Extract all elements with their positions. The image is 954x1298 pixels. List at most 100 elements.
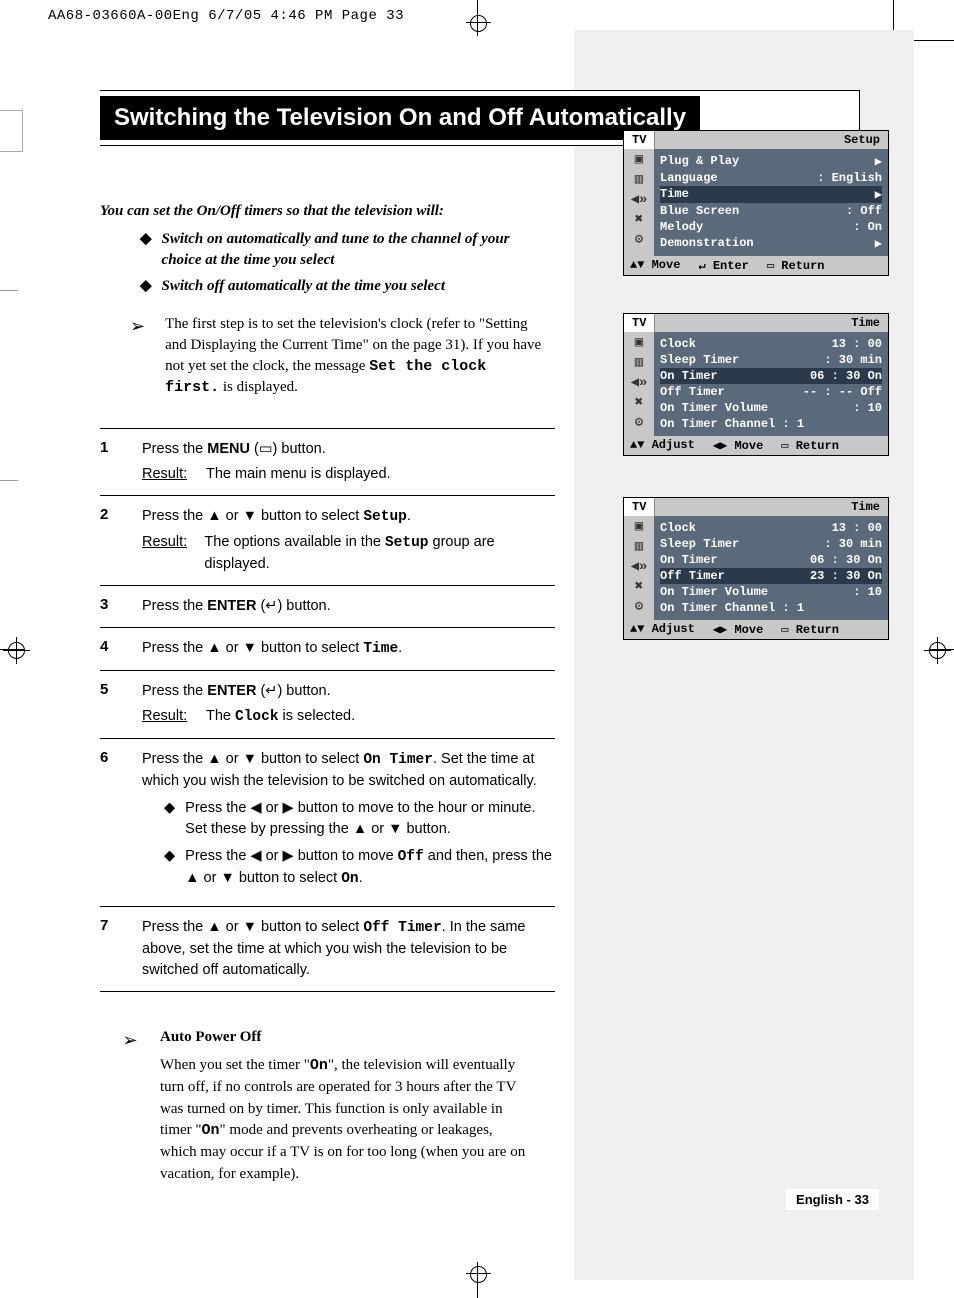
step-body: Press the MENU (▭) button. Result: The m… bbox=[142, 439, 555, 485]
osd-row: Clock13 : 00 bbox=[660, 520, 882, 536]
osd-row: On Timer Channel : 1 bbox=[660, 416, 882, 432]
sub-bullets: ◆ Press the ◀ or ▶ button to move to the… bbox=[142, 798, 555, 890]
osd-row-label: Off Timer bbox=[660, 385, 725, 399]
note-text: The first step is to set the television'… bbox=[165, 314, 545, 398]
osd-row-value: 06 : 30 On bbox=[810, 553, 882, 567]
result: Result: The Clock is selected. bbox=[142, 706, 555, 728]
osd-time-off: TV Time ▣ ▥ ◀» ✖ ⚙ Clock13 : 00Sleep Tim… bbox=[623, 497, 889, 640]
osd-hint: ◀▶ Move bbox=[713, 438, 763, 453]
osd-title: Setup bbox=[655, 131, 888, 149]
sound-icon: ◀» bbox=[631, 193, 648, 207]
t: ) button. bbox=[273, 441, 326, 457]
step-6: 6 Press the ▲ or ▼ button to select On T… bbox=[100, 738, 555, 906]
osd-row-value: : 10 bbox=[853, 401, 882, 415]
t: On bbox=[341, 871, 358, 887]
osd-row-value: : 30 min bbox=[824, 353, 882, 367]
setup-icon: ⚙ bbox=[635, 416, 643, 430]
osd-icons: ▣ ▥ ◀» ✖ ⚙ bbox=[624, 516, 654, 620]
osd-time-on: TV Time ▣ ▥ ◀» ✖ ⚙ Clock13 : 00Sleep Tim… bbox=[623, 313, 889, 456]
t: ( bbox=[256, 683, 265, 699]
osd-row: Clock13 : 00 bbox=[660, 336, 882, 352]
t: The bbox=[206, 708, 235, 724]
menu-icon: ▭ bbox=[259, 441, 273, 457]
osd-row-label: Clock bbox=[660, 337, 696, 351]
osd-row-label: On Timer Volume bbox=[660, 401, 768, 415]
t: Press the ▲ or ▼ button to select bbox=[142, 640, 363, 656]
osd-row-value: : English bbox=[817, 171, 882, 185]
t: Time bbox=[363, 641, 398, 657]
osd-setup: TV Setup ▣ ▥ ◀» ✖ ⚙ Plug & Play▶Language… bbox=[623, 130, 889, 276]
osd-row-value: ▶ bbox=[875, 187, 882, 202]
osd-row-value: ▶ bbox=[875, 154, 882, 169]
step-1: 1 Press the MENU (▭) button. Result: The… bbox=[100, 428, 555, 495]
osd-row: On Timer06 : 30 On bbox=[660, 552, 882, 568]
t: Setup bbox=[363, 509, 407, 525]
step-5: 5 Press the ENTER (↵) button. Result: Th… bbox=[100, 670, 555, 738]
osd-rows: Clock13 : 00Sleep Timer : 30 minOn Timer0… bbox=[654, 516, 888, 620]
channel-icon: ✖ bbox=[635, 213, 643, 227]
t: Press the bbox=[142, 683, 207, 699]
t: Press the ◀ or ▶ button to move to the h… bbox=[185, 798, 555, 840]
step-body: Press the ▲ or ▼ button to select Time. bbox=[142, 638, 555, 660]
osd-row: Sleep Timer : 30 min bbox=[660, 352, 882, 368]
t: . bbox=[398, 640, 402, 656]
osd-header: TV Setup bbox=[624, 131, 888, 149]
osd-row-value: : 10 bbox=[853, 585, 882, 599]
osd-body: ▣ ▥ ◀» ✖ ⚙ Clock13 : 00Sleep Timer : 30 m… bbox=[624, 516, 888, 620]
result-label: Result: bbox=[142, 464, 206, 485]
page: AA68-03660A-00Eng 6/7/05 4:46 PM Page 33… bbox=[0, 0, 954, 1298]
t: Off Timer bbox=[363, 920, 441, 936]
osd-hint: ▲▼ Adjust bbox=[630, 622, 695, 637]
osd-row-label: Sleep Timer bbox=[660, 537, 739, 551]
result: Result: The options available in the Set… bbox=[142, 532, 555, 575]
t: ENTER bbox=[207, 683, 256, 699]
osd-row-label: Blue Screen bbox=[660, 204, 739, 218]
result-label: Result: bbox=[142, 532, 204, 575]
sound-icon: ◀» bbox=[631, 560, 648, 574]
diamond-icon: ◆ bbox=[140, 276, 152, 296]
osd-row-label: Language bbox=[660, 171, 718, 185]
step-7: 7 Press the ▲ or ▼ button to select Off … bbox=[100, 906, 555, 992]
osd-hint: ▲▼ Adjust bbox=[630, 438, 695, 453]
osd-body: ▣ ▥ ◀» ✖ ⚙ Clock13 : 00Sleep Timer : 30 m… bbox=[624, 332, 888, 436]
sub-bullet: ◆ Press the ◀ or ▶ button to move to the… bbox=[164, 798, 555, 840]
osd-row: Time▶ bbox=[660, 186, 882, 203]
t: Press the ◀ or ▶ button to move bbox=[185, 848, 398, 864]
step-body: Press the ENTER (↵) button. Result: The … bbox=[142, 681, 555, 728]
t: The options available in the bbox=[204, 534, 385, 550]
crop-tick bbox=[0, 290, 18, 291]
result-label: Result: bbox=[142, 706, 206, 728]
crop-mark bbox=[914, 40, 954, 41]
osd-row: Melody: On bbox=[660, 219, 882, 235]
result-text: The options available in the Setup group… bbox=[204, 532, 555, 575]
osd-row-label: Demonstration bbox=[660, 236, 754, 251]
osd-footer: ▲▼ Move ↵ Enter ▭ Return bbox=[624, 256, 888, 275]
t: Off bbox=[398, 849, 424, 865]
t: Press the bbox=[142, 598, 207, 614]
step-4: 4 Press the ▲ or ▼ button to select Time… bbox=[100, 627, 555, 670]
note: ➢ The first step is to set the televisio… bbox=[130, 314, 545, 398]
osd-hint: ▭ Return bbox=[781, 438, 839, 453]
osd-row-label: Clock bbox=[660, 521, 696, 535]
step-number: 3 bbox=[100, 596, 142, 617]
t: . bbox=[359, 870, 363, 886]
note-post: is displayed. bbox=[219, 379, 298, 395]
osd-row-label: Sleep Timer bbox=[660, 353, 739, 367]
registration-mark bbox=[470, 15, 487, 32]
step-3: 3 Press the ENTER (↵) button. bbox=[100, 585, 555, 627]
osd-row-value: : 30 min bbox=[824, 537, 882, 551]
result-text: The Clock is selected. bbox=[206, 706, 355, 728]
step-body: Press the ▲ or ▼ button to select On Tim… bbox=[142, 749, 555, 896]
step-body: Press the ▲ or ▼ button to select Setup.… bbox=[142, 506, 555, 575]
sub-bullet: ◆ Press the ◀ or ▶ button to move Off an… bbox=[164, 846, 555, 890]
osd-icons: ▣ ▥ ◀» ✖ ⚙ bbox=[624, 332, 654, 436]
t: ( bbox=[250, 441, 259, 457]
osd-row-value: 23 : 30 On bbox=[810, 569, 882, 583]
note-arrow-icon: ➢ bbox=[100, 1027, 160, 1185]
print-header: AA68-03660A-00Eng 6/7/05 4:46 PM Page 33 bbox=[48, 8, 404, 24]
osd-row-label: On Timer Volume bbox=[660, 585, 768, 599]
step-number: 5 bbox=[100, 681, 142, 728]
t: Press the bbox=[142, 441, 207, 457]
setup-icon: ⚙ bbox=[635, 600, 643, 614]
osd-rows: Clock13 : 00Sleep Timer: 30 minOn Timer0… bbox=[654, 332, 888, 436]
